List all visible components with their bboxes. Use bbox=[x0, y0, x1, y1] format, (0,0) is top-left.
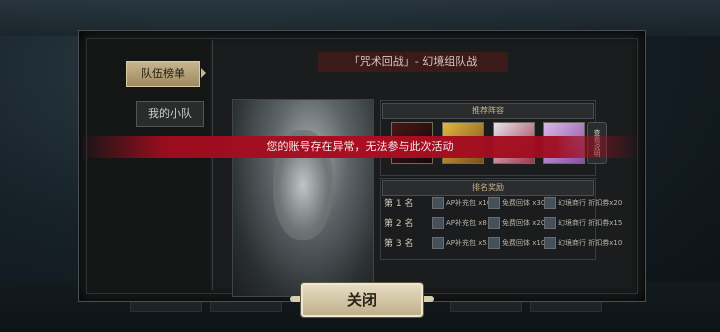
gem-icon bbox=[488, 237, 500, 249]
reward-item: AP补充包 x8 bbox=[432, 216, 487, 230]
close-button-label[interactable]: 关闭 bbox=[301, 283, 423, 317]
coupon-icon bbox=[544, 237, 556, 249]
tab-arrow-icon bbox=[201, 68, 206, 78]
coupon-icon bbox=[544, 217, 556, 229]
rank-label: 第 3 名 bbox=[384, 239, 414, 249]
gem-icon bbox=[488, 197, 500, 209]
column-divider bbox=[212, 40, 213, 290]
coupon-icon bbox=[544, 197, 556, 209]
error-message: 您的账号存在异常，无法参与此次活动 bbox=[266, 140, 454, 153]
reward-item: 幻境商行 折扣券x15 bbox=[544, 216, 622, 230]
reward-item: AP补充包 x10 bbox=[432, 196, 491, 210]
tab-team-ranking[interactable]: 队伍榜单 bbox=[126, 61, 200, 87]
page-title: 「咒术回战」- 幻境组队战 bbox=[348, 55, 478, 68]
reward-item: 幻境商行 折扣券x20 bbox=[544, 196, 622, 210]
tab-my-team[interactable]: 我的小队 bbox=[136, 101, 204, 127]
rank-label: 第 2 名 bbox=[384, 219, 414, 229]
character-artwork bbox=[232, 99, 374, 297]
ticket-icon bbox=[432, 217, 444, 229]
gem-icon bbox=[488, 217, 500, 229]
ticket-icon bbox=[432, 237, 444, 249]
reward-item: 幻境商行 折扣券x10 bbox=[544, 236, 622, 250]
ranking-header: 排名奖励 bbox=[382, 180, 594, 196]
rank-label: 第 1 名 bbox=[384, 199, 414, 209]
reward-item: AP补充包 x5 bbox=[432, 236, 487, 250]
recommended-header: 推荐阵容 bbox=[382, 103, 594, 119]
ticket-icon bbox=[432, 197, 444, 209]
